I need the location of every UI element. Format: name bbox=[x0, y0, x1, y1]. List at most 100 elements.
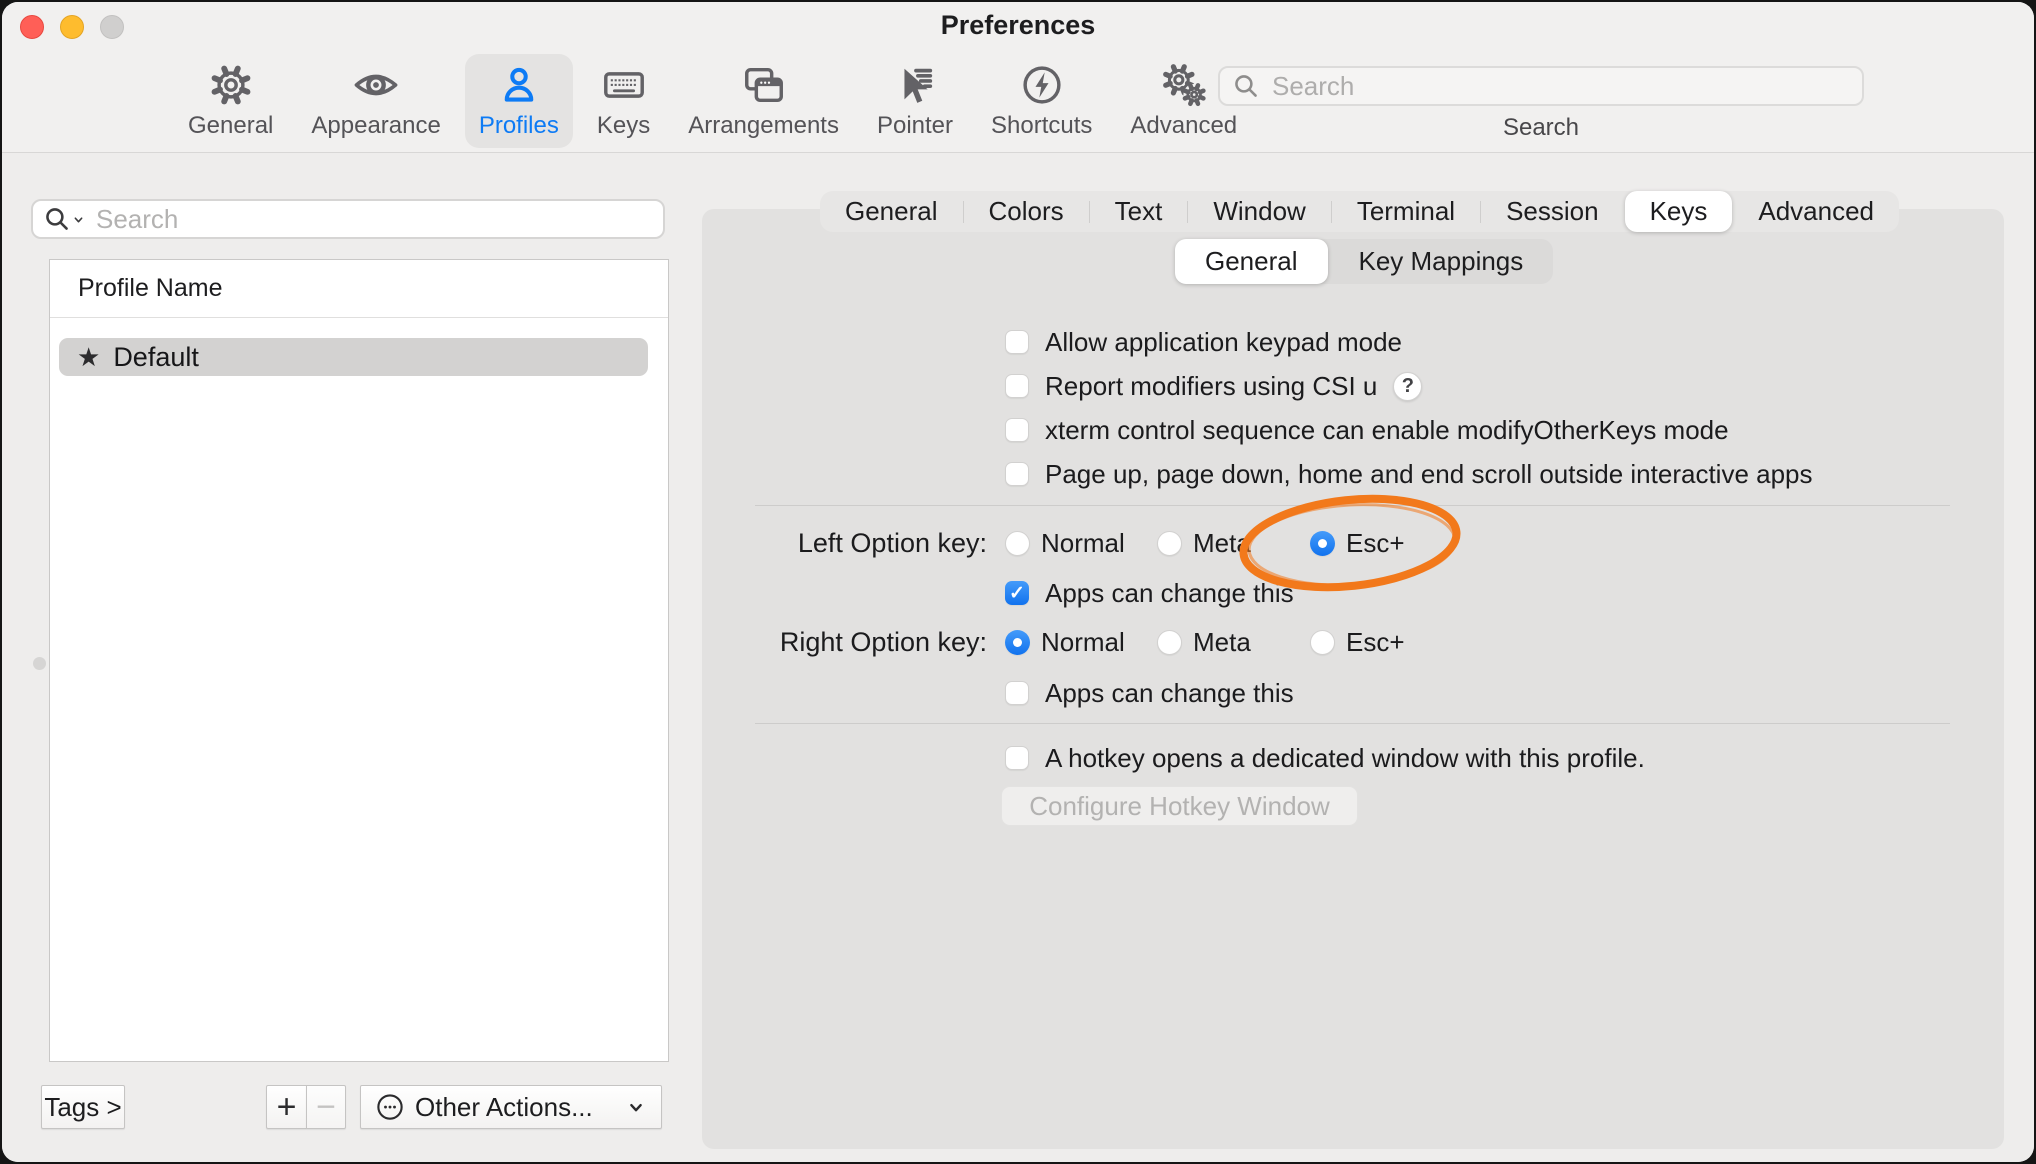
tab-advanced[interactable]: Advanced bbox=[1733, 191, 1899, 232]
radio-label: Normal bbox=[1041, 627, 1125, 658]
option-row-label: Left Option key: bbox=[702, 528, 987, 559]
toolbar-item-keys[interactable]: Keys bbox=[583, 54, 664, 148]
cursor-icon bbox=[892, 60, 938, 110]
eye-icon bbox=[353, 60, 399, 110]
radio-label: Meta bbox=[1193, 528, 1251, 559]
gear-icon bbox=[208, 60, 254, 110]
profile-search-field[interactable] bbox=[31, 199, 665, 239]
radio-label: Esc+ bbox=[1346, 627, 1405, 658]
radio-left_option-escplus[interactable]: Esc+ bbox=[1310, 528, 1405, 559]
checkbox-label: Apps can change this bbox=[1045, 578, 1294, 609]
radio-icon bbox=[1157, 531, 1182, 556]
right_option-row: Right Option key: Normal Meta Esc+ bbox=[702, 625, 2004, 659]
checkbox-1[interactable] bbox=[1005, 374, 1029, 398]
checkbox-row-3: Page up, page down, home and end scroll … bbox=[702, 457, 2034, 491]
tab-text[interactable]: Text bbox=[1090, 191, 1188, 232]
profile-list-header: Profile Name bbox=[50, 260, 668, 318]
toolbar-item-label: Appearance bbox=[311, 112, 440, 140]
radio-label: Normal bbox=[1041, 528, 1125, 559]
toolbar-item-arrangements[interactable]: Arrangements bbox=[674, 54, 853, 148]
preferences-window: Preferences General Appearance Profiles … bbox=[2, 2, 2034, 1162]
person-icon bbox=[496, 60, 542, 110]
check-icon: ✓ bbox=[1009, 584, 1025, 603]
toolbar: General Appearance Profiles Keys Arrange… bbox=[174, 54, 1251, 148]
radio-icon bbox=[1310, 630, 1335, 655]
add-profile-button[interactable]: + bbox=[266, 1085, 306, 1129]
keyboard-icon bbox=[601, 60, 647, 110]
keys-general-panel: Allow application keypad mode Report modi… bbox=[702, 209, 2004, 1149]
toolbar-item-label: Profiles bbox=[479, 112, 559, 140]
radio-icon bbox=[1005, 531, 1030, 556]
tab-session[interactable]: Session bbox=[1481, 191, 1624, 232]
radio-right_option-normal[interactable]: Normal bbox=[1005, 627, 1125, 658]
tab-keys[interactable]: Keys bbox=[1625, 191, 1733, 232]
checkbox-row-0: Allow application keypad mode bbox=[702, 325, 2034, 359]
section-divider bbox=[755, 505, 1950, 506]
subtab-general[interactable]: General bbox=[1175, 239, 1328, 284]
toolbar-search-field[interactable] bbox=[1218, 66, 1864, 106]
profile-row[interactable]: ★ Default bbox=[59, 338, 648, 376]
checkbox-3[interactable] bbox=[1005, 462, 1029, 486]
checkbox-2[interactable] bbox=[1005, 418, 1029, 442]
tags-button[interactable]: Tags > bbox=[41, 1085, 125, 1129]
radio-icon bbox=[1310, 531, 1335, 556]
content-area: Profile Name ★ Default Tags > + − Other A… bbox=[2, 153, 2034, 1162]
tab-window[interactable]: Window bbox=[1188, 191, 1330, 232]
configure-hotkey-window-button[interactable]: Configure Hotkey Window bbox=[1001, 786, 1358, 826]
checkbox-0[interactable] bbox=[1005, 330, 1029, 354]
radio-right_option-escplus[interactable]: Esc+ bbox=[1310, 627, 1405, 658]
toolbar-item-shortcuts[interactable]: Shortcuts bbox=[977, 54, 1106, 148]
toolbar-item-label: Shortcuts bbox=[991, 112, 1092, 140]
profile-name: Default bbox=[113, 342, 199, 373]
checkbox-label: Allow application keypad mode bbox=[1045, 327, 1402, 358]
checkbox-label: A hotkey opens a dedicated window with t… bbox=[1045, 743, 1645, 774]
other-actions-dropdown[interactable]: Other Actions... bbox=[360, 1085, 662, 1129]
apps-can-change-left-checkbox[interactable]: ✓ bbox=[1005, 581, 1029, 605]
other-actions-label: Other Actions... bbox=[415, 1092, 625, 1123]
tab-general[interactable]: General bbox=[820, 191, 963, 232]
remove-profile-button[interactable]: − bbox=[306, 1085, 346, 1129]
windows-icon bbox=[741, 60, 787, 110]
chevron-down-icon bbox=[625, 1096, 647, 1118]
hotkey-row: A hotkey opens a dedicated window with t… bbox=[702, 741, 2034, 775]
radio-right_option-meta[interactable]: Meta bbox=[1157, 627, 1251, 658]
checkbox-label: Page up, page down, home and end scroll … bbox=[1045, 459, 1813, 490]
toolbar-item-label: General bbox=[188, 112, 273, 140]
ellipsis-circle-icon bbox=[375, 1092, 405, 1122]
search-icon bbox=[1232, 72, 1260, 100]
subtab-key-mappings[interactable]: Key Mappings bbox=[1329, 239, 1554, 284]
option-row-label: Right Option key: bbox=[702, 627, 987, 658]
titlebar: Preferences General Appearance Profiles … bbox=[2, 2, 2034, 153]
gears-icon bbox=[1161, 60, 1207, 110]
toolbar-item-profiles[interactable]: Profiles bbox=[465, 54, 573, 148]
radio-label: Esc+ bbox=[1346, 528, 1405, 559]
checkbox-label: Apps can change this bbox=[1045, 678, 1294, 709]
resize-dot bbox=[33, 657, 46, 670]
left_option-row: Left Option key: Normal Meta Esc+ bbox=[702, 526, 2004, 560]
apps-can-change-right-row: Apps can change this bbox=[702, 676, 2034, 710]
help-button[interactable]: ? bbox=[1393, 372, 1422, 401]
profile-search-input[interactable] bbox=[94, 203, 653, 236]
checkbox-row-2: xterm control sequence can enable modify… bbox=[702, 413, 2034, 447]
toolbar-item-label: Arrangements bbox=[688, 112, 839, 140]
window-title: Preferences bbox=[2, 10, 2034, 41]
toolbar-item-general[interactable]: General bbox=[174, 54, 287, 148]
toolbar-item-pointer[interactable]: Pointer bbox=[863, 54, 967, 148]
toolbar-search-input[interactable] bbox=[1270, 70, 1850, 103]
profile-list: Profile Name ★ Default bbox=[49, 259, 669, 1062]
toolbar-search-caption: Search bbox=[1218, 114, 1864, 142]
tab-terminal[interactable]: Terminal bbox=[1332, 191, 1480, 232]
apps-can-change-right-checkbox[interactable] bbox=[1005, 681, 1029, 705]
add-remove-group: + − bbox=[266, 1085, 346, 1129]
radio-icon bbox=[1005, 630, 1030, 655]
checkbox-label: Report modifiers using CSI u bbox=[1045, 371, 1377, 402]
radio-left_option-normal[interactable]: Normal bbox=[1005, 528, 1125, 559]
tab-colors[interactable]: Colors bbox=[964, 191, 1089, 232]
star-icon: ★ bbox=[77, 342, 100, 373]
search-scope-icon bbox=[43, 205, 86, 233]
toolbar-item-appearance[interactable]: Appearance bbox=[297, 54, 454, 148]
radio-icon bbox=[1157, 630, 1182, 655]
toolbar-search: Search bbox=[1218, 66, 1864, 142]
radio-left_option-meta[interactable]: Meta bbox=[1157, 528, 1251, 559]
hotkey-checkbox[interactable] bbox=[1005, 746, 1029, 770]
